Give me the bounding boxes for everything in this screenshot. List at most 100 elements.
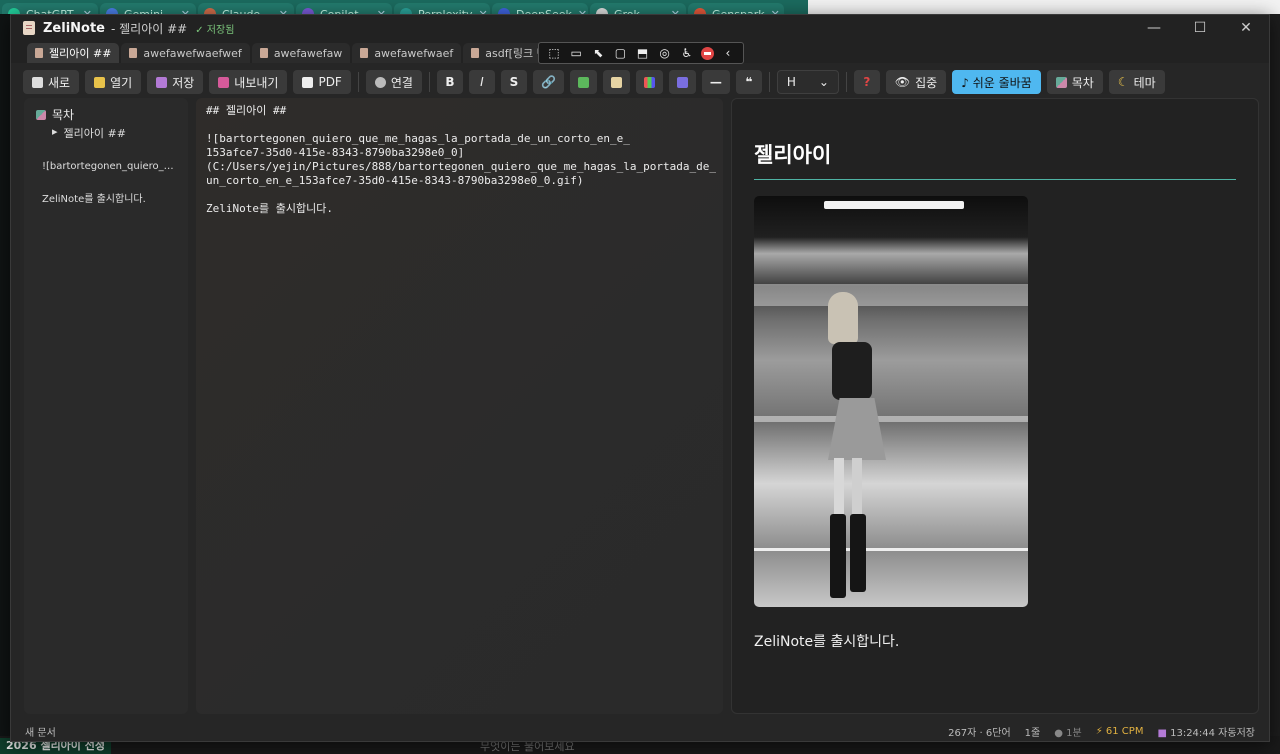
markdown-preview: 젤리아이 ZeliNote를 출시합니다. [731,98,1259,714]
char-count: 267자 · 6단어 [948,727,1011,739]
tab-document[interactable]: awefawefaw [251,43,351,63]
theme-button[interactable]: ☾ 테마 [1108,70,1165,94]
horizontal-rule-button[interactable]: — [701,70,730,94]
close-button[interactable]: ✕ [1223,15,1269,41]
figure-jacket [832,342,872,400]
editor-line: ![bartortegonen_quiero_que_me_hagas_la_p… [206,132,630,145]
share-icon[interactable]: ◎ [657,46,673,60]
minimize-button[interactable]: — [1131,15,1177,41]
editor-line: (C:/Users/yejin/Pictures/888/bartortegon… [206,160,716,173]
train-blur [754,284,1028,306]
main-toolbar: 새로 열기 저장 내보내기 PDF 연결 B I S 🔗 — ❝ H ⌄ ? 👁 집… [11,63,1269,101]
link-button[interactable]: 🔗 [532,70,564,94]
image-icon [577,76,589,88]
divider [845,72,847,92]
screen-capture-toolbar: ⬚ ▭ ⬉ ▢ ⬒ ◎ ♿ ‹ [538,42,744,64]
heading-select[interactable]: H ⌄ [776,70,839,94]
editor-line: ZeliNote를 출시합니다. [206,202,333,215]
preview-heading: 젤리아이 [754,139,1236,180]
ceiling-light [824,201,964,209]
app-name: ZeliNote [43,20,105,36]
background-desktop [808,0,1280,14]
status-bar: 새 문서 267자 · 6단어 1줄 ● 1분 ⚡ 61 CPM ■ 13:24… [11,721,1269,741]
video-record-icon[interactable]: ▭ [568,46,584,60]
autosave-status: ■ 13:24:44 자동저장 [1157,727,1255,739]
stop-icon[interactable] [700,46,714,60]
tab-document[interactable]: awefawefwaef [352,43,462,63]
bullet-icon: ▸ [52,125,58,138]
preview-paragraph: ZeliNote를 출시합니다. [754,634,900,650]
reading-time: ● 1분 [1054,727,1082,739]
preview-image [754,196,1028,607]
divider [357,72,359,92]
file-icon [32,76,43,88]
figure-boot [850,514,866,592]
editor-line: ## 젤리아이 ## [206,104,287,117]
easy-wrap-button[interactable]: ♪ 쉬운 줄바꿈 [952,70,1041,94]
toc-sidebar: 목차 ▸ 젤리아이 ## ![bartortegonen_quiero_que_… [24,98,188,714]
italic-button[interactable]: I [468,70,495,94]
save-button[interactable]: 저장 [147,70,204,94]
figure-leg [852,458,862,516]
maximize-button[interactable]: ☐ [1177,15,1223,41]
table-icon [643,76,655,88]
eye-icon: 👁 [894,75,911,89]
help-button[interactable]: ? [853,70,880,94]
notebook-icon [23,21,35,35]
typing-speed: ⚡ 61 CPM [1095,725,1144,737]
document-title: - 젤리아이 ## [111,21,188,36]
line-count: 1줄 [1024,727,1041,739]
scroll-capture-icon[interactable]: ⬒ [634,46,650,60]
image-button[interactable] [569,70,597,94]
region-capture-icon[interactable]: ⬚ [546,46,562,60]
title-bar[interactable]: ZeliNote - 젤리아이 ## ✓ 저장됨 — ☐ ✕ [11,15,1269,41]
table-button[interactable] [635,70,663,94]
new-button[interactable]: 새로 [23,70,80,94]
file-icon [129,48,138,58]
books-icon [36,109,46,120]
gear-icon [374,76,386,88]
focus-button[interactable]: 👁 집중 [885,70,947,94]
chevron-left-icon[interactable]: ‹ [720,46,736,60]
toc-item[interactable]: ZeliNote를 출시합니다. [36,190,176,205]
platform-edge [754,548,1028,551]
toc-item[interactable]: ![bartortegonen_quiero_que_me_hagas [36,161,176,172]
connect-button[interactable]: 연결 [365,70,422,94]
pdf-button[interactable]: PDF [293,70,351,94]
tab-document[interactable]: 젤리아이 ## [27,43,120,63]
checkbox-icon [676,76,688,88]
export-button[interactable]: 내보내기 [209,70,288,94]
editor-line: 153afce7-35d0-415e-8343-8790ba3298e0_0] [206,146,465,159]
file-icon [360,48,369,58]
clipboard-button[interactable] [602,70,630,94]
figure-boot [830,514,846,598]
link-icon: 🔗 [540,75,556,89]
divider [768,72,770,92]
open-button[interactable]: 열기 [85,70,142,94]
quote-button[interactable]: ❝ [735,70,762,94]
status-document: 새 문서 [25,727,56,739]
document-tabs: 젤리아이 ## awefawefwaefwef awefawefaw awefa… [11,41,1269,64]
file-icon [259,48,268,58]
figure-hair [828,292,858,344]
pdf-icon [302,76,314,88]
pointer-capture-icon[interactable]: ⬉ [590,46,606,60]
chevron-down-icon: ⌄ [818,75,829,89]
toc-heading-item[interactable]: ▸ 젤리아이 ## [36,125,188,141]
bold-button[interactable]: B [436,70,463,94]
clock-icon: ● [1054,727,1067,739]
toc-button[interactable]: 목차 [1046,70,1103,94]
window-capture-icon[interactable]: ▢ [612,46,628,60]
moon-icon: ☾ [1117,75,1129,89]
floppy-icon: ■ [1157,727,1171,739]
figure-skirt [828,398,886,460]
editor-line: un_corto_en_e_153afce7-35d0-415e-8343-87… [206,174,584,187]
checkbox-button[interactable] [668,70,696,94]
floppy-icon [156,76,168,88]
tab-document[interactable]: awefawefwaefwef [121,43,250,63]
strikethrough-button[interactable]: S [500,70,527,94]
accessibility-icon[interactable]: ♿ [679,46,695,60]
markdown-editor[interactable]: ## 젤리아이 ## ![bartortegonen_quiero_que_me… [196,98,723,714]
